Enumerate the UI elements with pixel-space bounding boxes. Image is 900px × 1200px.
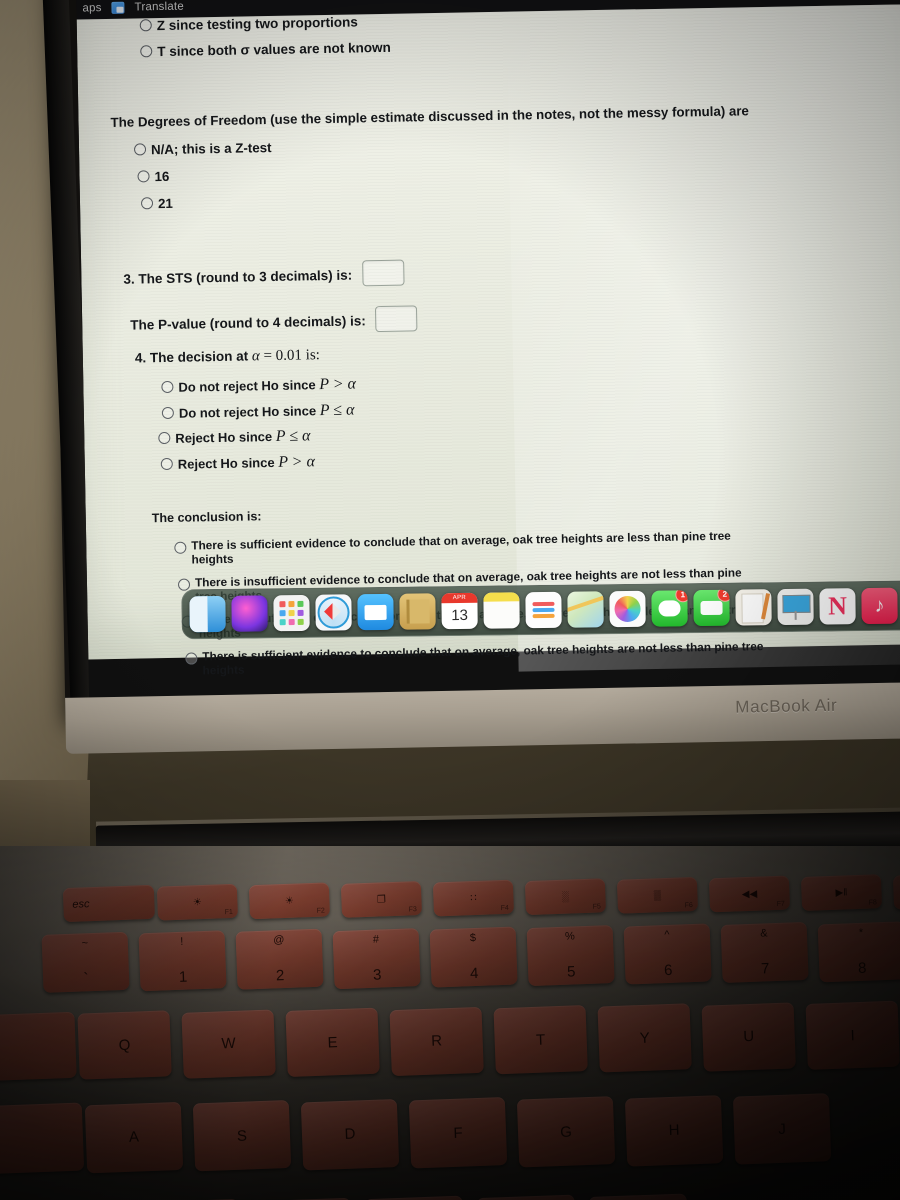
- radio-option-df-16[interactable]: 16: [137, 169, 169, 185]
- keyboard-deck: esc☀F1☀F2❐F3∷F4░F5▒F6◀◀F7▶‖F8▶▶F9~`!1@2#…: [0, 846, 900, 1200]
- contacts-icon[interactable]: [399, 593, 436, 630]
- safari-icon[interactable]: [315, 594, 352, 631]
- maps-icon[interactable]: [567, 591, 604, 628]
- option-label: Do not reject Ho since: [178, 403, 320, 421]
- messages-icon[interactable]: 1: [651, 590, 688, 627]
- option-text-block: There is sufficient evidence to conclude…: [202, 639, 764, 677]
- radio-option-dec-3[interactable]: Reject Ho since P ≤ α: [158, 427, 311, 448]
- radio-circle-icon[interactable]: [174, 541, 187, 554]
- decision-prompt-prefix: 4. The decision at: [134, 348, 253, 366]
- menubar-item-translate[interactable]: Translate: [134, 1, 184, 14]
- option-label: Reject Ho since: [177, 454, 279, 472]
- pages-icon[interactable]: [735, 589, 772, 626]
- radio-circle-icon[interactable]: [161, 406, 174, 420]
- radio-option-df-na[interactable]: N/A; this is a Z-test: [133, 140, 272, 158]
- news-icon[interactable]: N: [819, 588, 856, 625]
- radio-circle-icon[interactable]: [161, 380, 174, 394]
- radio-option-dec-4[interactable]: Reject Ho since P > α: [160, 453, 316, 474]
- decision-prompt: 4. The decision at α = 0.01 is:: [135, 347, 320, 367]
- option-label: T since both σ values are not known: [157, 39, 391, 60]
- translate-app-icon[interactable]: [111, 1, 125, 14]
- radio-circle-icon[interactable]: [139, 19, 152, 32]
- music-icon[interactable]: ♪: [861, 587, 898, 625]
- sts-question-row: 3. The STS (round to 3 decimals) is:: [123, 259, 405, 291]
- radio-circle-icon[interactable]: [177, 578, 191, 591]
- radio-option-dec-2[interactable]: Do not reject Ho since P ≤ α: [161, 401, 355, 424]
- laptop-screen: aps Translate Z since testing two propor…: [76, 0, 900, 698]
- option-label: Reject Ho since: [175, 428, 276, 446]
- keynote-icon[interactable]: [777, 588, 814, 626]
- radio-circle-icon[interactable]: [140, 197, 154, 210]
- option-math: P > α: [319, 375, 357, 394]
- radio-circle-icon[interactable]: [133, 143, 147, 156]
- notification-badge: 1: [675, 590, 688, 603]
- degrees-of-freedom-prompt: The Degrees of Freedom (use the simple e…: [110, 103, 750, 130]
- radio-circle-icon[interactable]: [158, 431, 171, 445]
- radio-option-con-4[interactable]: There is sufficient evidence to conclude…: [185, 638, 795, 677]
- radio-circle-icon[interactable]: [185, 652, 198, 665]
- notes-icon[interactable]: [483, 592, 520, 629]
- reminders-icon[interactable]: [525, 591, 562, 629]
- radio-circle-icon[interactable]: [140, 45, 153, 58]
- radio-option-con-1[interactable]: There is sufficient evidence to conclude…: [174, 528, 774, 567]
- option-label: Do not reject Ho since: [178, 377, 320, 395]
- radio-circle-icon[interactable]: [137, 170, 150, 183]
- photos-icon[interactable]: [609, 590, 646, 628]
- option-math: P ≤ α: [319, 401, 355, 420]
- launchpad-icon[interactable]: [273, 594, 310, 632]
- notification-badge: 2: [717, 589, 730, 602]
- menubar-app-name[interactable]: aps: [82, 2, 101, 14]
- photo-of-macbook-air: aps Translate Z since testing two propor…: [0, 0, 900, 1200]
- pvalue-question-row: The P-value (round to 4 decimals) is:: [130, 305, 418, 336]
- finder-icon[interactable]: [189, 595, 226, 633]
- conclusion-prompt: The conclusion is:: [151, 509, 262, 526]
- siri-icon[interactable]: [231, 595, 268, 632]
- pvalue-input[interactable]: [375, 305, 418, 333]
- option-label: N/A; this is a Z-test: [150, 140, 272, 158]
- option-label: 16: [154, 168, 170, 185]
- macbook-air-brand-label: MacBook Air: [735, 695, 838, 717]
- option-label: 21: [157, 195, 173, 212]
- quiz-content: Z since testing two proportions T since …: [77, 4, 900, 677]
- calendar-icon[interactable]: APR 13: [441, 592, 478, 630]
- radio-option-df-21[interactable]: 21: [140, 195, 173, 212]
- option-text-block: There is sufficient evidence to conclude…: [191, 529, 731, 567]
- option-math: P ≤ α: [275, 427, 311, 445]
- option-math: P > α: [278, 453, 316, 471]
- pvalue-label: The P-value (round to 4 decimals) is:: [130, 313, 366, 333]
- deck-shadow-overlay: [0, 846, 900, 1200]
- radio-option-z-two-proportions[interactable]: Z since testing two proportions: [139, 14, 358, 34]
- laptop-lid: aps Translate Z since testing two propor…: [42, 0, 900, 754]
- radio-circle-icon[interactable]: [160, 457, 173, 471]
- radio-option-t-sigma-unknown[interactable]: T since both σ values are not known: [140, 40, 391, 60]
- sts-input[interactable]: [361, 259, 405, 287]
- decision-prompt-value: = 0.01 is:: [259, 347, 321, 365]
- macos-dock[interactable]: APR 13 1 2 N ♪: [181, 580, 900, 640]
- quiz-page: Z since testing two proportions T since …: [76, 3, 900, 677]
- option-label: Z since testing two proportions: [156, 14, 358, 34]
- radio-option-dec-1[interactable]: Do not reject Ho since P > α: [161, 375, 356, 397]
- mail-icon[interactable]: [357, 593, 394, 631]
- sts-label: 3. The STS (round to 3 decimals) is:: [123, 267, 353, 287]
- facetime-icon[interactable]: 2: [693, 589, 730, 627]
